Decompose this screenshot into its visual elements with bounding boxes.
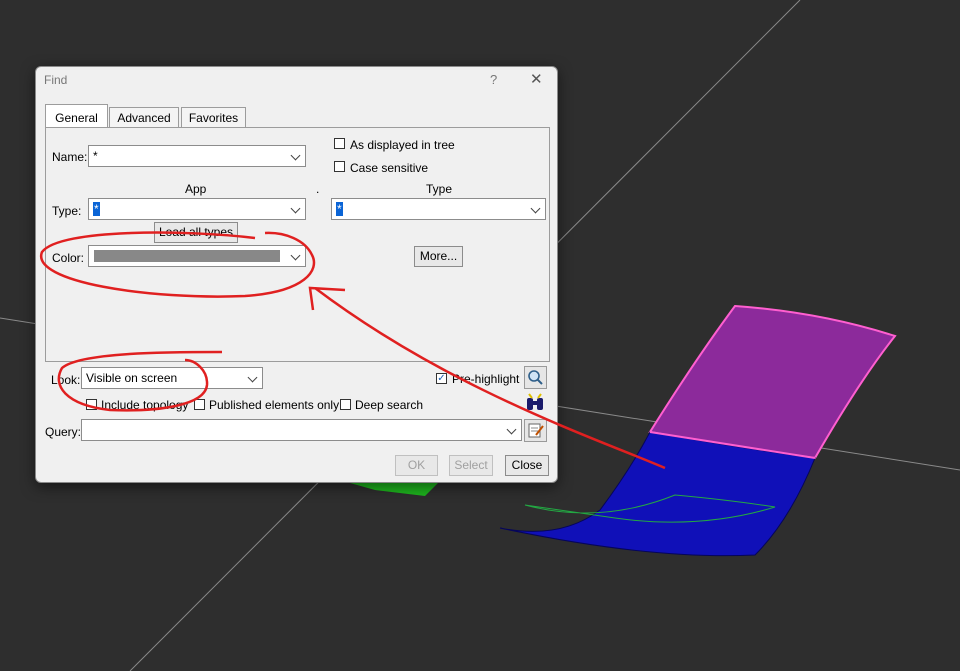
chevron-down-icon bbox=[247, 372, 258, 383]
app-combo[interactable]: * bbox=[88, 198, 306, 220]
app-value: * bbox=[93, 202, 100, 216]
type-label: Type: bbox=[52, 204, 82, 218]
query-label: Query: bbox=[45, 425, 82, 439]
chevron-down-icon bbox=[290, 203, 301, 214]
as-displayed-label: As displayed in tree bbox=[350, 138, 455, 152]
edit-query-icon[interactable] bbox=[524, 419, 547, 442]
help-button[interactable]: ? bbox=[490, 72, 497, 87]
app-header: App bbox=[185, 182, 207, 196]
as-displayed-checkbox[interactable] bbox=[334, 138, 345, 149]
tab-advanced[interactable]: Advanced bbox=[109, 107, 179, 128]
magnifier-icon[interactable] bbox=[524, 366, 547, 389]
chevron-down-icon bbox=[290, 150, 301, 161]
look-value: Visible on screen bbox=[86, 371, 178, 385]
purple-surface[interactable] bbox=[648, 304, 897, 460]
name-combo[interactable]: * bbox=[88, 145, 306, 167]
type-combo[interactable]: * bbox=[331, 198, 546, 220]
green-object[interactable] bbox=[350, 483, 438, 496]
look-combo[interactable]: Visible on screen bbox=[81, 367, 263, 389]
chevron-down-icon bbox=[290, 250, 301, 261]
more-button[interactable]: More... bbox=[414, 246, 463, 267]
binoculars-icon[interactable] bbox=[524, 392, 547, 415]
deep-search-label: Deep search bbox=[355, 398, 424, 412]
include-topology-label: Include topology bbox=[101, 398, 189, 412]
pre-highlight-label: Pre-highlight bbox=[452, 372, 520, 386]
name-value: * bbox=[93, 149, 98, 163]
look-label: Look: bbox=[51, 373, 81, 387]
color-swatch bbox=[94, 250, 280, 262]
select-button[interactable]: Select bbox=[449, 455, 493, 476]
type-value: * bbox=[336, 202, 343, 216]
close-icon[interactable]: ✕ bbox=[530, 70, 543, 88]
chevron-down-icon bbox=[506, 424, 517, 435]
tab-favorites[interactable]: Favorites bbox=[181, 107, 246, 128]
separator-dot: . bbox=[316, 182, 320, 196]
query-combo[interactable] bbox=[81, 419, 522, 441]
case-sensitive-label: Case sensitive bbox=[350, 161, 429, 175]
load-all-types-button[interactable]: Load all types bbox=[154, 222, 238, 243]
published-only-checkbox[interactable] bbox=[194, 399, 205, 410]
find-dialog: Find ? ✕ General Advanced Favorites Name… bbox=[35, 66, 558, 483]
color-label: Color: bbox=[52, 251, 85, 265]
color-combo[interactable] bbox=[88, 245, 306, 267]
chevron-down-icon bbox=[530, 203, 541, 214]
published-only-label: Published elements only bbox=[209, 398, 340, 412]
close-button[interactable]: Close bbox=[505, 455, 549, 476]
general-panel: Name: * As displayed in tree Case sensit… bbox=[45, 127, 550, 362]
name-label: Name: bbox=[52, 150, 88, 164]
tab-general[interactable]: General bbox=[45, 104, 108, 128]
deep-search-checkbox[interactable] bbox=[340, 399, 351, 410]
case-sensitive-checkbox[interactable] bbox=[334, 161, 345, 172]
type-header: Type bbox=[426, 182, 453, 196]
include-topology-checkbox[interactable] bbox=[86, 399, 97, 410]
dialog-title: Find bbox=[44, 73, 68, 87]
pre-highlight-checkbox[interactable]: ✓ bbox=[436, 373, 447, 384]
ok-button[interactable]: OK bbox=[395, 455, 438, 476]
